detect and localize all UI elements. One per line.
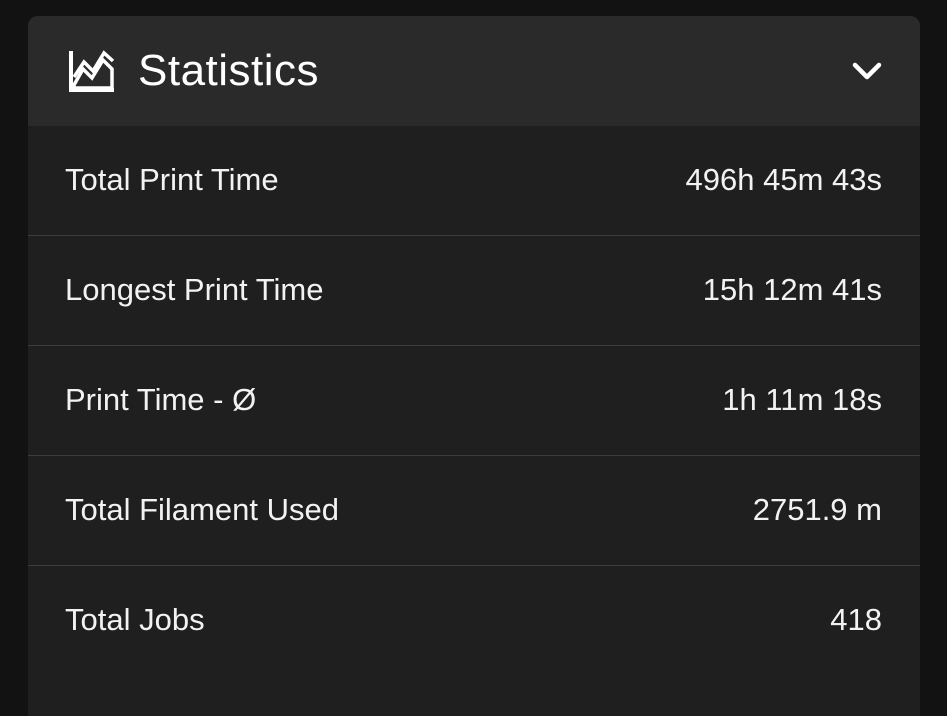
stat-row-total-filament-used: Total Filament Used 2751.9 m — [28, 456, 920, 566]
stat-label: Total Jobs — [65, 602, 205, 637]
stat-row-longest-print-time: Longest Print Time 15h 12m 41s — [28, 236, 920, 346]
stat-value: 2751.9 m — [752, 492, 882, 527]
statistics-panel: Statistics Total Print Time 496h 45m 43s… — [28, 16, 920, 716]
stat-value: 418 — [830, 602, 882, 637]
stat-value: 496h 45m 43s — [685, 162, 882, 197]
stat-row-total-print-time: Total Print Time 496h 45m 43s — [28, 126, 920, 236]
chevron-down-icon[interactable] — [852, 57, 882, 85]
stat-label: Longest Print Time — [65, 272, 324, 307]
stat-label: Print Time - Ø — [65, 382, 257, 417]
panel-title: Statistics — [138, 46, 320, 95]
statistics-header[interactable]: Statistics — [28, 16, 920, 126]
stat-row-average-print-time: Print Time - Ø 1h 11m 18s — [28, 346, 920, 456]
stat-row-total-jobs: Total Jobs 418 — [28, 566, 920, 676]
stat-value: 1h 11m 18s — [722, 382, 882, 417]
line-chart-icon — [69, 50, 115, 92]
stat-label: Total Print Time — [65, 162, 279, 197]
stat-label: Total Filament Used — [65, 492, 339, 527]
stat-value: 15h 12m 41s — [702, 272, 882, 307]
